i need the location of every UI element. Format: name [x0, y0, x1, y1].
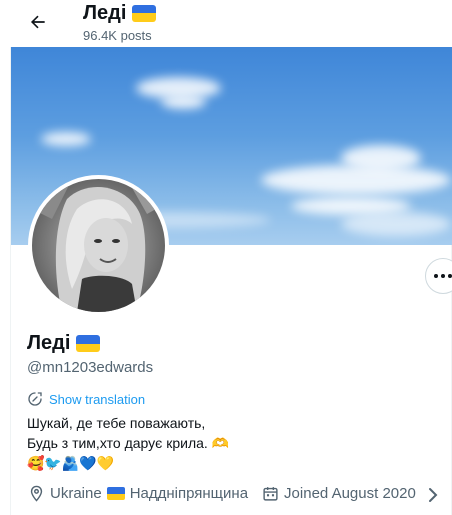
- profile-name: Леді: [27, 332, 101, 355]
- header-title-text: Леді: [83, 2, 127, 24]
- profile-page: Леді 96.4K posts Леді @mn1203edwards Sho…: [0, 0, 452, 515]
- show-translation-link[interactable]: Show translation: [27, 391, 145, 407]
- profile-joined: Joined August 2020: [262, 485, 416, 502]
- location-pin-icon: [30, 485, 43, 502]
- translate-icon: [28, 392, 42, 406]
- more-options-button[interactable]: [425, 258, 452, 294]
- bio-emoji-row: 🥰🐦🫂💙💛: [27, 455, 115, 471]
- more-dots-icon: [434, 274, 452, 278]
- profile-name-text: Леді: [27, 332, 71, 354]
- ukraine-flag-icon: [106, 487, 125, 500]
- post-count: 96.4K posts: [83, 28, 152, 43]
- profile-location: Ukraine Наддніпрянщина: [28, 485, 248, 502]
- bio-line-3: 🥰🐦🫂💙💛: [27, 453, 229, 473]
- arrow-left-icon: [30, 15, 45, 29]
- profile-bio: Шукай, де тебе поважають, Будь з тим,хто…: [27, 413, 229, 473]
- joined-text: Joined August 2020: [284, 485, 416, 502]
- profile-header: Леді 96.4K posts: [0, 0, 452, 47]
- show-translation-label: Show translation: [49, 391, 146, 407]
- back-button[interactable]: [22, 6, 54, 38]
- heart-hands-emoji: 🫶: [211, 435, 230, 451]
- profile-meta: Ukraine Наддніпрянщина Joined August 202…: [28, 485, 416, 502]
- location-region-text: Наддніпрянщина: [129, 485, 249, 502]
- bio-line-2: Будь з тим,хто дарує крила. 🫶: [27, 433, 229, 453]
- avatar[interactable]: [28, 175, 169, 316]
- ukraine-flag-icon: [132, 4, 157, 22]
- header-title: Леді: [83, 2, 157, 24]
- location-text: Ukraine: [50, 485, 102, 502]
- chevron-right-icon[interactable]: [427, 487, 441, 503]
- profile-handle: @mn1203edwards: [27, 359, 154, 376]
- bio-line-2-text: Будь з тим,хто дарує крила.: [27, 435, 208, 451]
- calendar-icon: [263, 487, 278, 501]
- bio-line-1: Шукай, де тебе поважають,: [27, 415, 206, 431]
- ukraine-flag-icon: [76, 335, 101, 352]
